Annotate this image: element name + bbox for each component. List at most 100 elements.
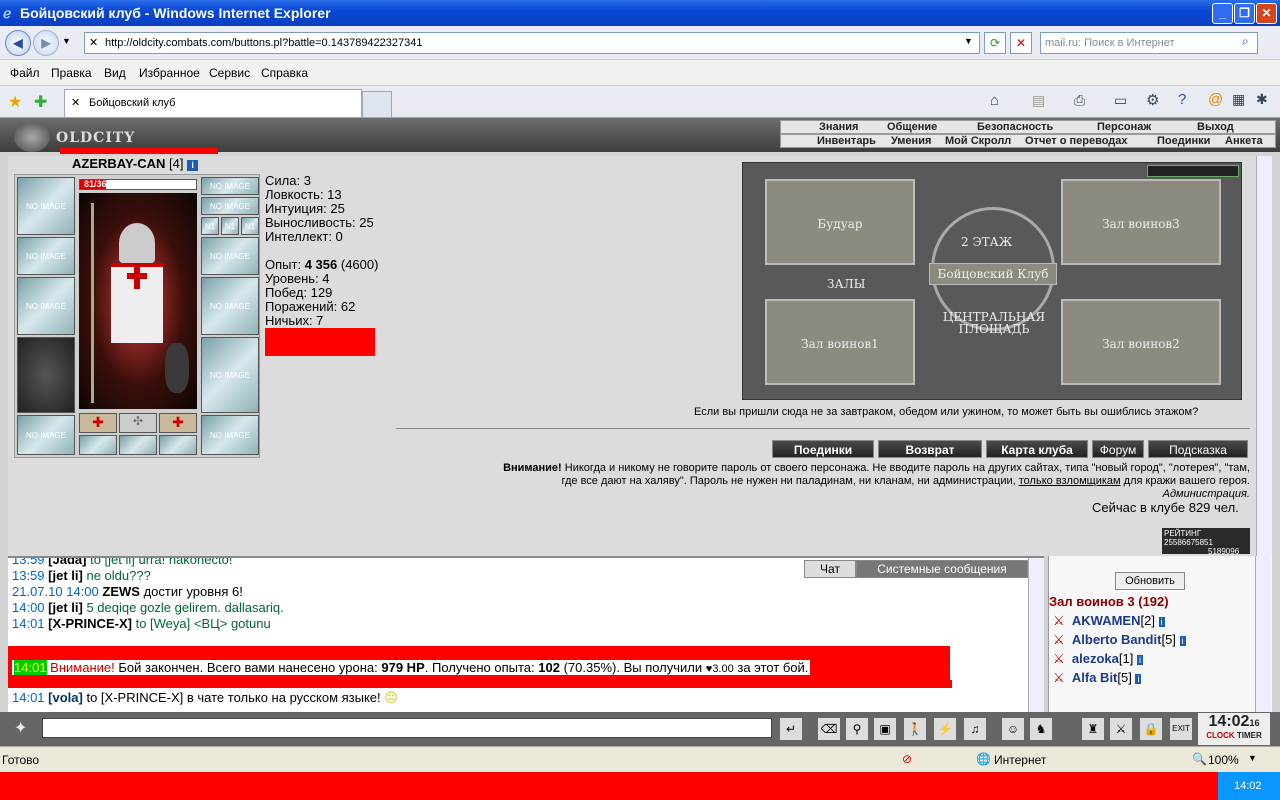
chat-nick[interactable]: [jet li] (48, 568, 83, 583)
menu-transfers[interactable]: Отчет о переводах (1025, 135, 1128, 147)
slot-extra3[interactable] (159, 435, 197, 455)
forward-button[interactable]: ▶ (33, 30, 59, 56)
club-map-button[interactable]: Карта клуба (986, 440, 1088, 458)
map-halls-label[interactable]: ЗАЛЫ (827, 277, 865, 291)
slot-ring1[interactable]: ✚ (79, 413, 117, 433)
chat-nick[interactable]: [X-PRINCE-X] (48, 616, 132, 631)
print-icon[interactable]: ⎙ (1074, 92, 1085, 109)
menu-favorites[interactable]: Избранное (139, 66, 200, 80)
zoom-icon[interactable]: 🔍 (1192, 752, 1207, 766)
room-hall3[interactable]: Зал воинов3 (1061, 179, 1221, 265)
chat-scrollbar[interactable] (1028, 558, 1044, 712)
chat-nick[interactable]: [jet li] (48, 600, 83, 615)
send-icon[interactable]: ↵ (780, 718, 802, 740)
walk-icon[interactable]: 🚶 (904, 718, 926, 740)
menu-tools[interactable]: Сервис (209, 66, 250, 80)
hint-button[interactable]: Подсказка (1148, 440, 1248, 458)
slot-amulet[interactable]: NO IMAGE (201, 177, 259, 195)
favorites-star-icon[interactable]: ★ (8, 92, 22, 112)
menu-knowledge[interactable]: Знания (819, 121, 858, 133)
room-hall1[interactable]: Зал воинов1 (765, 299, 915, 385)
new-tab-button[interactable] (362, 91, 392, 117)
user-name[interactable]: alezoka (1072, 651, 1119, 666)
chat-nick[interactable]: [vola] (48, 690, 83, 705)
slot-n1-b[interactable]: N1 (221, 217, 239, 235)
menu-profile[interactable]: Анкета (1225, 135, 1263, 147)
menu-character[interactable]: Персонаж (1097, 121, 1151, 133)
fight-icon[interactable]: ⚔ (1110, 718, 1132, 740)
page-scrollbar[interactable] (1256, 156, 1272, 556)
maximize-button[interactable]: ❐ (1234, 3, 1255, 24)
stop-icon[interactable]: ✕ (1010, 32, 1032, 54)
back-button[interactable]: ◀ (5, 30, 31, 56)
slot-boots[interactable]: NO IMAGE (201, 415, 259, 455)
slot-earrings[interactable]: NO IMAGE (201, 197, 259, 215)
menu-skills[interactable]: Умения (891, 135, 931, 147)
list-item[interactable]: ⚔ Alfa Bit[5] i (1053, 669, 1186, 688)
speed-icon[interactable]: ⚡ (934, 718, 956, 740)
room-boudoir[interactable]: Будуар (765, 179, 915, 265)
address-dropdown-icon[interactable]: ▼ (964, 36, 973, 46)
clan-icon[interactable]: ♞ (1030, 718, 1052, 740)
chat-nick[interactable]: ZEWS (102, 584, 140, 599)
add-favorite-icon[interactable]: ✚ (34, 92, 47, 112)
bag-icon[interactable]: ♜ (1082, 718, 1104, 740)
slot-shield[interactable]: NO IMAGE (201, 277, 259, 335)
slot-weapon[interactable]: NO IMAGE (17, 277, 75, 335)
info-icon[interactable]: i (1136, 655, 1143, 665)
help-icon[interactable]: ? (1178, 91, 1186, 108)
chat-mode-icon[interactable]: ✦ (14, 718, 27, 738)
info-icon[interactable]: i (1135, 674, 1142, 684)
tools-gear-icon[interactable]: ⚙ (1146, 91, 1159, 109)
chat-input[interactable] (42, 718, 772, 738)
list-item[interactable]: ⚔ AKWAMEN[2] i (1053, 612, 1186, 631)
list-item[interactable]: ⚔ Alberto Bandit[5] i (1053, 631, 1186, 650)
menu-exit[interactable]: Выход (1197, 121, 1234, 133)
menu-scroll[interactable]: Мой Скролл (945, 135, 1011, 147)
search-input[interactable]: mail.ru: Поиск в Интернет (1040, 32, 1258, 54)
rating-counter[interactable]: РЕЙТИНГ 25586675851 5189096 (1162, 528, 1250, 556)
minimize-button[interactable]: _ (1212, 3, 1233, 24)
slot-belt[interactable]: NO IMAGE (17, 415, 75, 455)
tab-active[interactable]: ✕ Бойцовский клуб (64, 89, 362, 117)
slot-extra2[interactable] (119, 435, 157, 455)
menu-edit[interactable]: Правка (51, 66, 92, 80)
filter-icon[interactable]: ⚲ (846, 718, 868, 740)
popup-blocked-icon[interactable]: ⊘ (902, 752, 912, 766)
page-menu-icon[interactable]: ▭ (1114, 92, 1127, 109)
map-club-button[interactable]: Бойцовский Клуб (929, 263, 1057, 285)
room-hall2[interactable]: Зал воинов2 (1061, 299, 1221, 385)
zoom-dropdown-icon[interactable]: ▼ (1248, 753, 1257, 763)
smiley-icon[interactable]: ☺ (1002, 718, 1024, 740)
list-item[interactable]: ⚔ alezoka[1] i (1053, 650, 1186, 669)
user-name[interactable]: Alberto Bandit (1072, 632, 1162, 647)
security-zone[interactable]: Интернет (994, 753, 1046, 767)
slot-extra1[interactable] (79, 435, 117, 455)
return-button[interactable]: Возврат (878, 440, 982, 458)
info-icon[interactable]: i (1158, 617, 1165, 627)
menu-file[interactable]: Файл (10, 66, 40, 80)
address-input[interactable]: ✕ http://oldcity.combats.com/buttons.pl?… (84, 32, 980, 54)
warning-link[interactable]: только взломщикам (1019, 475, 1121, 487)
refresh-icon[interactable]: ⟳ (984, 32, 1006, 54)
search-icon[interactable]: ⌕ (1242, 34, 1249, 49)
slot-bracers[interactable]: NO IMAGE (17, 237, 75, 275)
research-icon[interactable]: ▦ (1232, 91, 1245, 108)
tab-chat[interactable]: Чат (804, 560, 856, 578)
info-icon[interactable]: i (1179, 636, 1186, 646)
user-name[interactable]: AKWAMEN (1072, 613, 1141, 628)
feeds-icon[interactable]: ▤ (1032, 92, 1045, 109)
home-icon[interactable]: ⌂ (990, 92, 999, 109)
slot-legs[interactable]: NO IMAGE (201, 337, 259, 413)
eraser-icon[interactable]: ⌫ (818, 718, 840, 740)
messenger-icon[interactable]: ✱ (1256, 91, 1268, 108)
menu-help[interactable]: Справка (261, 66, 308, 80)
menu-security[interactable]: Безопасность (977, 121, 1053, 133)
info-icon[interactable]: i (187, 160, 199, 171)
forum-button[interactable]: Форум (1092, 440, 1144, 458)
sound-icon[interactable]: ♫ (964, 718, 986, 740)
history-dropdown-icon[interactable]: ▼ (62, 36, 71, 46)
exit-icon[interactable]: EXIT (1170, 718, 1192, 740)
save-icon[interactable]: ▣ (874, 718, 896, 740)
slot-gloves[interactable]: NO IMAGE (201, 237, 259, 275)
